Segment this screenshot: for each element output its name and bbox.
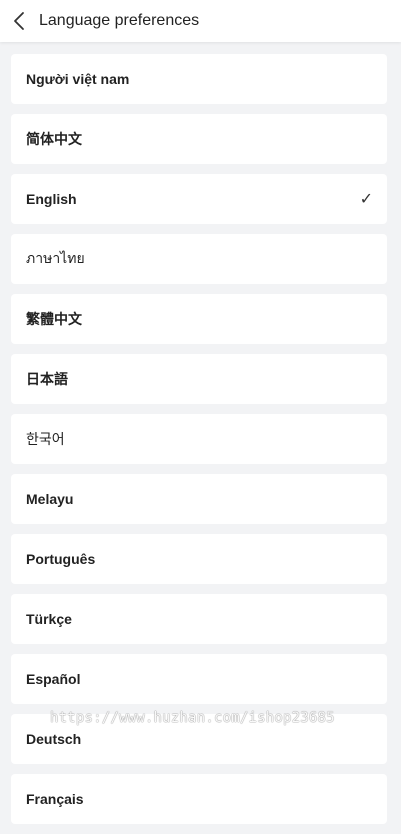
top-bar: Language preferences xyxy=(0,0,401,42)
language-option-korean[interactable]: 한국어 xyxy=(11,414,387,464)
language-option-english[interactable]: English ✓ xyxy=(11,174,387,224)
check-icon: ✓ xyxy=(359,191,373,208)
page-title: Language preferences xyxy=(39,12,200,29)
language-option-traditional-chinese[interactable]: 繁體中文 xyxy=(11,294,387,344)
language-label: ภาษาไทย xyxy=(26,250,85,266)
language-option-spanish[interactable]: Español xyxy=(11,654,387,704)
language-label: Português xyxy=(26,551,96,567)
language-label: Español xyxy=(26,671,81,687)
language-label: Melayu xyxy=(26,491,74,507)
chevron-left-icon xyxy=(14,12,24,30)
language-label: 繁體中文 xyxy=(26,311,82,327)
language-option-french[interactable]: Français xyxy=(11,774,387,824)
language-option-vietnamese[interactable]: Người việt nam xyxy=(11,54,387,104)
language-label: 简体中文 xyxy=(26,131,82,147)
language-label: Người việt nam xyxy=(26,71,130,87)
language-label: 日本語 xyxy=(26,371,68,387)
language-option-japanese[interactable]: 日本語 xyxy=(11,354,387,404)
language-label: Deutsch xyxy=(26,731,82,747)
language-label: Français xyxy=(26,791,84,807)
language-label: Türkçe xyxy=(26,611,72,627)
language-option-malay[interactable]: Melayu xyxy=(11,474,387,524)
language-option-german[interactable]: Deutsch xyxy=(11,714,387,764)
language-option-thai[interactable]: ภาษาไทย xyxy=(11,234,387,284)
language-list: Người việt nam 简体中文 English ✓ ภาษาไทย 繁體… xyxy=(0,54,401,834)
language-option-simplified-chinese[interactable]: 简体中文 xyxy=(11,114,387,164)
language-label: 한국어 xyxy=(26,431,65,447)
language-option-portuguese[interactable]: Português xyxy=(11,534,387,584)
language-option-turkish[interactable]: Türkçe xyxy=(11,594,387,644)
language-label: English xyxy=(26,191,77,207)
back-button[interactable] xyxy=(2,0,36,42)
